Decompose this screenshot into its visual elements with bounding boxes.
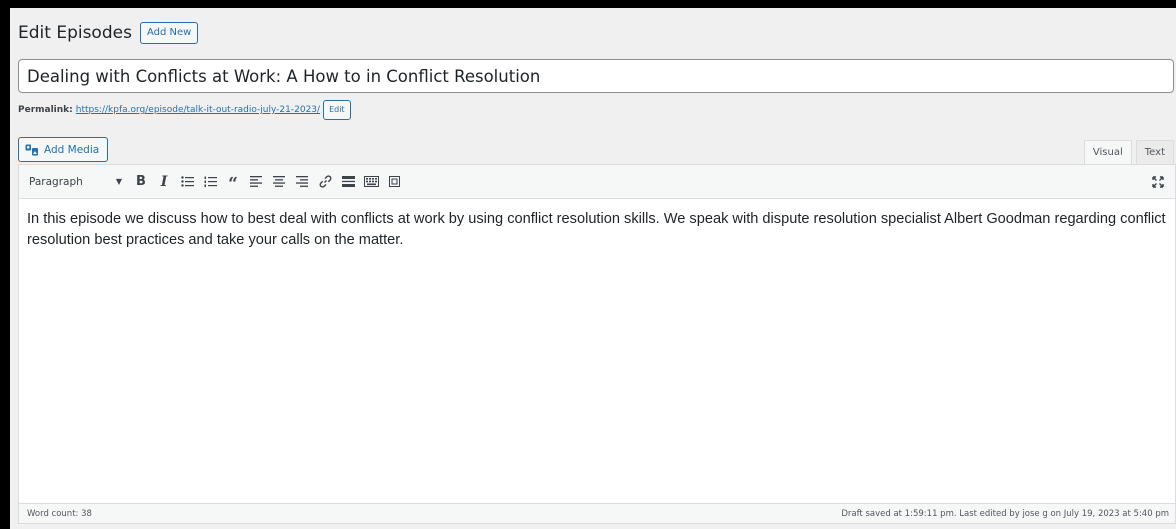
edit-post-page: Edit Episodes Add New Permalink: https:/… (10, 8, 1176, 529)
insert-shortcode-button[interactable] (383, 171, 405, 193)
permalink-label: Permalink: (18, 105, 73, 115)
content-editor: Paragraph ▼ B I “ In this episode we dis… (18, 164, 1176, 524)
numbered-list-icon (204, 176, 217, 187)
page-title: Edit Episodes (18, 23, 132, 43)
format-select[interactable]: Paragraph ▼ (25, 176, 130, 188)
read-more-button[interactable] (337, 171, 359, 193)
chevron-down-icon: ▼ (115, 177, 122, 186)
format-select-value: Paragraph (29, 175, 83, 188)
permalink-edit-button[interactable]: Edit (323, 100, 351, 120)
numbered-list-button[interactable] (199, 171, 221, 193)
add-media-button[interactable]: Add Media (18, 137, 109, 162)
editor-content-area[interactable]: In this episode we discuss how to best d… (19, 199, 1175, 261)
read-more-icon (341, 176, 355, 187)
permalink-row: Permalink: https://kpfa.org/episode/talk… (18, 100, 351, 120)
post-title-input[interactable] (18, 59, 1174, 93)
add-new-button[interactable]: Add New (139, 22, 199, 44)
keyboard-icon (363, 176, 379, 187)
media-icon (25, 144, 38, 155)
italic-button[interactable]: I (153, 171, 175, 193)
align-center-icon (273, 176, 285, 187)
bulleted-list-icon (180, 176, 194, 187)
tab-visual[interactable]: Visual (1083, 140, 1132, 165)
align-right-icon (296, 176, 308, 187)
permalink-link[interactable]: https://kpfa.org/episode/talk-it-out-rad… (76, 105, 320, 115)
word-count: Word count: 38 (27, 508, 92, 519)
editor-tabs: Visual Text (1080, 140, 1174, 165)
expand-icon (1152, 176, 1164, 188)
draft-saved-status: Draft saved at 1:59:11 pm. Last edited b… (841, 508, 1169, 519)
align-left-icon (250, 176, 262, 187)
fullscreen-button[interactable] (1147, 171, 1169, 193)
bold-button[interactable]: B (130, 171, 152, 193)
add-media-label: Add Media (44, 143, 100, 156)
page-header: Edit Episodes Add New (18, 21, 199, 45)
blockquote-button[interactable]: “ (222, 171, 244, 193)
content-paragraph: In this episode we discuss how to best d… (27, 211, 1166, 248)
insert-link-button[interactable] (314, 171, 336, 193)
link-icon (319, 175, 331, 188)
editor-status-bar: Word count: 38 Draft saved at 1:59:11 pm… (19, 503, 1175, 523)
shortcode-icon (388, 176, 400, 187)
align-left-button[interactable] (245, 171, 267, 193)
editor-toolbar: Paragraph ▼ B I “ (19, 165, 1175, 199)
tab-text[interactable]: Text (1135, 140, 1174, 165)
align-right-button[interactable] (291, 171, 313, 193)
bulleted-list-button[interactable] (176, 171, 198, 193)
align-center-button[interactable] (268, 171, 290, 193)
toolbar-toggle-button[interactable] (360, 171, 382, 193)
